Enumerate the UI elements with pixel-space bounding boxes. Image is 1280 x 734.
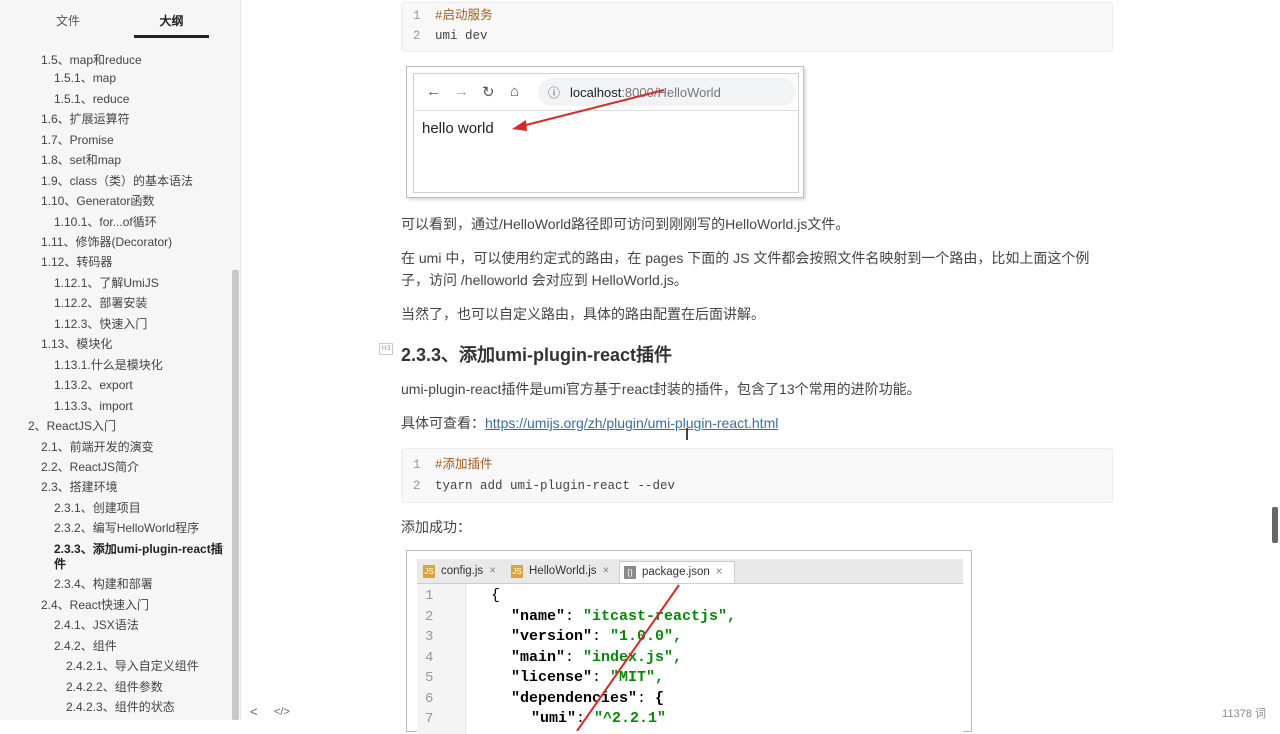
outline-item[interactable]: 1.6、扩展运算符 [41, 112, 130, 127]
paragraph: umi-plugin-react插件是umi官方基于react封装的插件，包含了… [401, 381, 921, 397]
code-block-start[interactable]: 1 #启动服务 2 umi dev [401, 2, 1113, 52]
outline-item[interactable]: 1.12.1、了解UmiJS [54, 276, 159, 291]
content-scrollbar[interactable] [1272, 507, 1278, 543]
code-block-add-plugin[interactable]: 1 #添加插件 2 tyarn add umi-plugin-react --dev [401, 448, 1113, 503]
browser-screenshot: ← → ↻ ⌂ ⓘ localhost:8000/HelloWorld hell… [406, 66, 804, 198]
outline-item[interactable]: 1.5.1、reduce [54, 92, 129, 107]
outline-item[interactable]: 1.7、Promise [41, 133, 114, 148]
ide-screenshot: JS config.js × JS HelloWorld.js × {} package.… [406, 550, 972, 734]
line-number: 1 [413, 9, 421, 23]
sidebar-tabs: 文件 大纲 [0, 0, 240, 40]
red-arrow-annotation [512, 89, 665, 131]
document-content: 1 #启动服务 2 umi dev ← → ↻ ⌂ ⓘ localhost:8000… [240, 0, 1280, 734]
heading-marker-icon[interactable]: H3 [379, 343, 393, 355]
code-text: #添加插件 [435, 458, 493, 472]
outline-item[interactable]: 1.5、map和reduce [41, 53, 142, 68]
paragraph: 当然了，也可以自定义路由，具体的路由配置在后面讲解。 [401, 306, 765, 322]
outline-item[interactable]: 1.5.1、map [54, 71, 116, 86]
outline-item[interactable]: 1.13.2、export [54, 378, 133, 393]
outline-item[interactable]: 1.11、修饰器(Decorator) [41, 235, 172, 250]
outline-item[interactable]: 1.8、set和map [41, 153, 121, 168]
paragraph: 具体可查看：https://umijs.org/zh/plugin/umi-pl… [401, 412, 778, 434]
paragraph: 可以看到，通过/HelloWorld路径即可访问到刚刚写的HelloWorld.… [401, 216, 850, 232]
outline-item[interactable]: 1.10.1、for...of循环 [54, 215, 157, 230]
paragraph: 子，访问 /helloworld 会对应到 HelloWorld.js。 [401, 272, 688, 288]
tab-files[interactable]: 文件 [40, 12, 96, 29]
line-number: 2 [413, 479, 421, 493]
outline-item[interactable]: 2.3.1、创建项目 [54, 501, 141, 516]
outline-item[interactable]: 2、ReactJS入门 [28, 419, 116, 434]
code-text: umi dev [435, 29, 488, 43]
outline-item[interactable]: 2.3.2、编写HelloWorld程序 [54, 521, 199, 536]
tab-outline[interactable]: 大纲 [134, 12, 209, 29]
outline-item[interactable]: 2.4.2.1、导入自定义组件 [66, 659, 199, 674]
plugin-docs-link[interactable]: https://umijs.org/zh/plugin/umi-plugin-r… [485, 415, 778, 431]
outline-item[interactable]: 2.3.3、添加umi-plugin-react插件 [54, 542, 224, 572]
outline-item[interactable]: 2.4.1、JSX语法 [54, 618, 139, 633]
line-number: 1 [413, 458, 421, 472]
sidebar-scrollbar[interactable] [232, 270, 239, 720]
outline-item[interactable]: 1.13、模块化 [41, 337, 112, 352]
outline-list: 1.5、map和reduce 1.5.1、map 1.5.1、reduce 1.6、扩… [0, 40, 232, 720]
section-heading: 2.3.3、添加umi-plugin-react插件 [401, 345, 673, 365]
outline-item[interactable]: 2.4、React快速入门 [41, 598, 149, 613]
outline-item[interactable]: 1.10、Generator函数 [41, 194, 154, 209]
code-text: tyarn add umi-plugin-react --dev [435, 479, 676, 493]
paragraph: 添加成功： [401, 519, 471, 535]
sidebar: 文件 大纲 1.5、map和reduce 1.5.1、map 1.5.1、reduc… [0, 0, 241, 720]
red-line-annotation [576, 584, 680, 731]
outline-item[interactable]: 2.1、前端开发的演变 [41, 440, 154, 455]
outline-item[interactable]: 1.12、转码器 [41, 255, 112, 270]
line-number: 2 [413, 29, 421, 43]
outline-item[interactable]: 2.2、ReactJS简介 [41, 460, 139, 475]
outline-item[interactable]: 1.12.3、快速入门 [54, 317, 147, 332]
outline-item[interactable]: 1.13.1.什么是模块化 [54, 358, 163, 373]
link-prefix: 具体可查看： [401, 415, 485, 431]
paragraph: 在 umi 中，可以使用约定式的路由，在 pages 下面的 JS 文件都会按照… [401, 250, 1090, 266]
outline-item[interactable]: 1.9、class（类）的基本语法 [41, 174, 193, 189]
code-text: #启动服务 [435, 9, 493, 23]
outline-item[interactable]: 2.4.2.3、组件的状态 [66, 700, 175, 715]
outline-item[interactable]: 1.13.3、import [54, 399, 133, 414]
tab-active-indicator [134, 35, 209, 38]
outline-item[interactable]: 2.4.2.2、组件参数 [66, 680, 163, 695]
outline-item[interactable]: 2.4.2、组件 [54, 639, 117, 654]
text-cursor [686, 428, 688, 440]
outline-item[interactable]: 1.12.2、部署安装 [54, 296, 147, 311]
outline-item[interactable]: 2.3.4、构建和部署 [54, 577, 153, 592]
outline-item[interactable]: 2.3、搭建环境 [41, 480, 118, 495]
